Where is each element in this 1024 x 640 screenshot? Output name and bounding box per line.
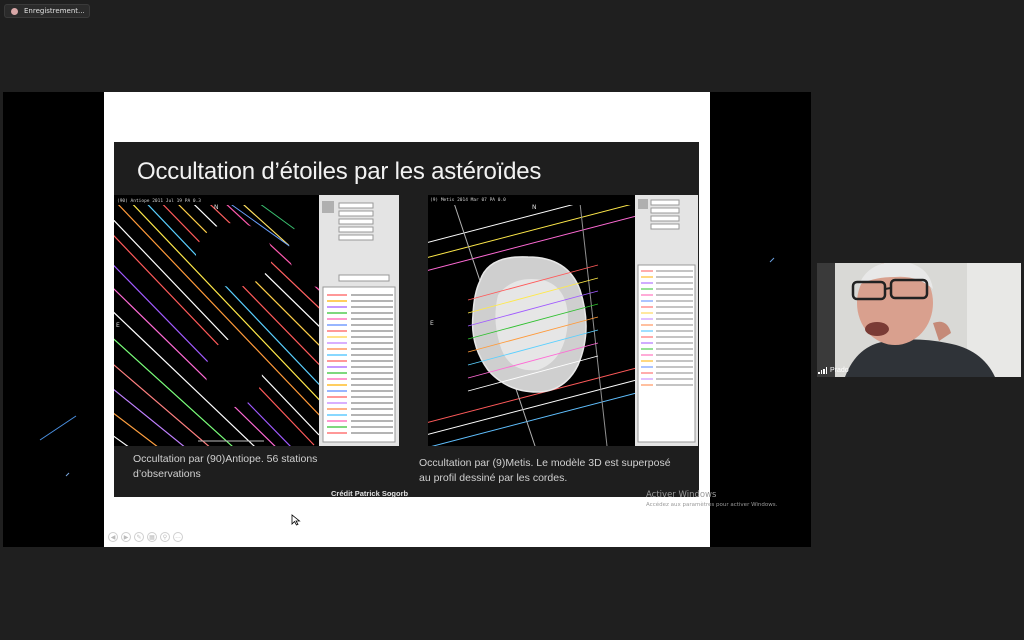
slide-title: Occultation d’étoiles par les astéroïdes	[137, 158, 542, 185]
mouse-cursor-icon	[291, 514, 301, 526]
caption-antiope-line2: d’observations	[133, 468, 201, 480]
antiope-chords: (90) Antiope 2011 Jul 19 PA 0.3 N E	[114, 195, 319, 446]
antiope-settings-panel	[319, 195, 399, 446]
participant-name: Prado	[830, 367, 849, 374]
zoom-icon[interactable]: ⚲	[160, 532, 170, 542]
caption-antiope: Occultation par (90)Antiope. 56 stations…	[133, 452, 317, 482]
windows-watermark-subtitle: Accédez aux paramètres pour activer Wind…	[646, 502, 778, 508]
more-options-icon[interactable]: …	[173, 532, 183, 542]
participant-name-tag: Prado	[818, 367, 849, 374]
slideshow-toolbar: ◀ ▶ ✎ ▦ ⚲ …	[108, 532, 183, 542]
antiope-north-label: N	[214, 204, 219, 211]
windows-watermark-title: Activer Windows	[646, 490, 717, 500]
caption-metis-line1: Occultation par (9)Metis. Le modèle 3D e…	[419, 457, 671, 469]
signal-strength-icon	[818, 367, 827, 374]
metis-east-label: E	[430, 320, 434, 327]
svg-text:(9) Metis 2014 Mar 07 PA 0.0: (9) Metis 2014 Mar 07 PA 0.0	[430, 197, 506, 203]
photo-credit: Crédit Patrick Sogorb	[331, 489, 409, 498]
pen-icon[interactable]: ✎	[134, 532, 144, 542]
caption-antiope-line1: Occultation par (90)Antiope. 56 stations	[133, 453, 318, 465]
metis-settings-panel	[635, 195, 698, 446]
recording-indicator[interactable]: Enregistrement...	[4, 4, 90, 18]
svg-text:(90) Antiope 2011 Jul 19 PA: (90) Antiope 2011 Jul 19 PA 0.3	[117, 198, 201, 204]
previous-slide-icon[interactable]: ◀	[108, 532, 118, 542]
caption-metis: Occultation par (9)Metis. Le modèle 3D e…	[419, 456, 671, 486]
metis-occultation-plot: (9) Metis 2014 Mar 07 PA 0.0 N E	[428, 195, 635, 446]
slides-grid-icon[interactable]: ▦	[147, 532, 157, 542]
metis-north-label: N	[532, 204, 537, 211]
next-slide-icon[interactable]: ▶	[121, 532, 131, 542]
recording-label: Enregistrement...	[24, 7, 85, 15]
record-dot-icon	[11, 7, 18, 15]
participant-video-frame	[817, 263, 1021, 377]
metis-chords: (9) Metis 2014 Mar 07 PA 0.0 N E	[428, 195, 635, 446]
caption-metis-line2: au profil dessiné par les cordes.	[419, 472, 568, 484]
participant-video[interactable]	[817, 263, 1021, 377]
antiope-settings-panel-graphic	[322, 201, 396, 443]
antiope-east-label: E	[116, 322, 120, 329]
antiope-occultation-plot: (90) Antiope 2011 Jul 19 PA 0.3 N E	[114, 195, 319, 446]
metis-settings-panel-graphic	[637, 199, 696, 443]
